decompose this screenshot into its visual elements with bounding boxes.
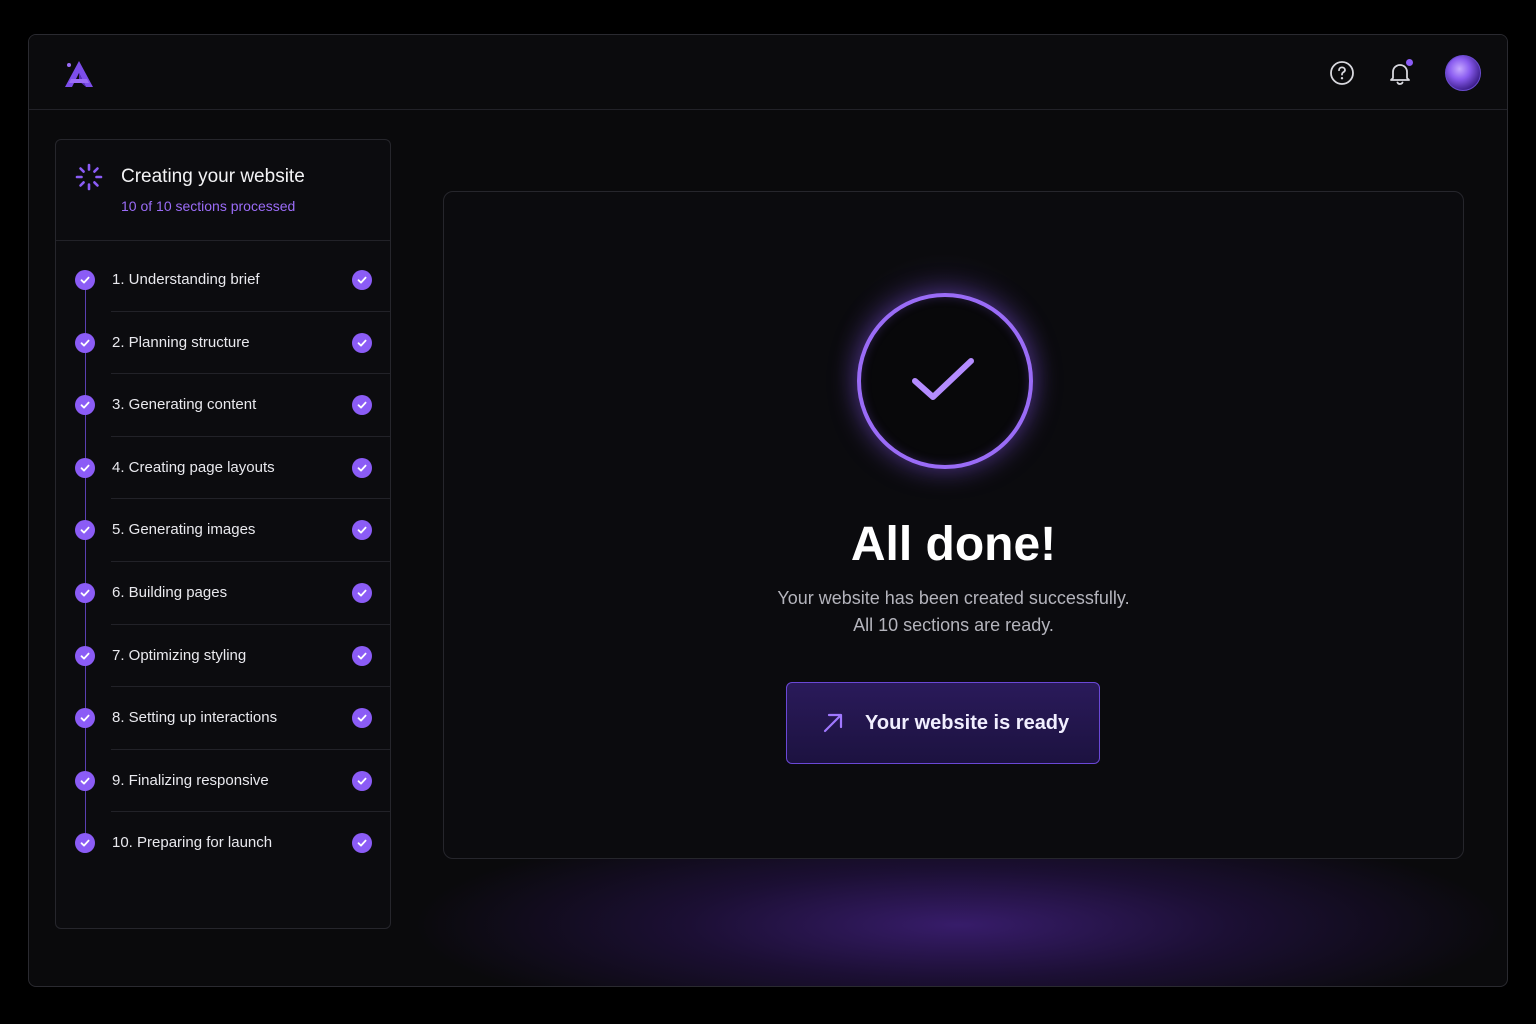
notification-dot (1406, 59, 1413, 66)
completion-card: All done! Your website has been created … (443, 191, 1464, 859)
success-check-icon (857, 293, 1033, 469)
bell-icon[interactable] (1386, 59, 1414, 87)
step-item[interactable]: 5. Generating images (56, 499, 390, 562)
a-logo-icon[interactable] (63, 57, 99, 91)
step-label: 4. Creating page layouts (112, 458, 275, 476)
timeline-check-icon (75, 770, 95, 791)
website-ready-button-label: Your website is ready (865, 712, 1070, 734)
top-bar (29, 35, 1507, 110)
step-complete-check-icon (352, 582, 372, 603)
step-label: 1. Understanding brief (112, 271, 260, 288)
step-complete-check-icon (352, 520, 372, 541)
step-item[interactable]: 10. Preparing for launch (56, 812, 390, 875)
avatar[interactable] (1445, 55, 1481, 91)
step-label: 10. Preparing for launch (112, 834, 273, 852)
step-complete-check-icon (352, 332, 372, 353)
timeline-check-icon (75, 520, 95, 541)
step-item[interactable]: 2. Planning structure (56, 312, 390, 375)
timeline-check-icon (75, 332, 95, 353)
sidebar-title: Creating your website (121, 166, 305, 187)
step-complete-check-icon (352, 833, 372, 854)
step-complete-check-icon (352, 270, 372, 290)
sidebar-header: Creating your website 10 of 10 sections … (56, 140, 390, 241)
timeline-check-icon (75, 270, 95, 290)
step-label: 7. Optimizing styling (112, 646, 247, 664)
step-complete-check-icon (352, 770, 372, 791)
completion-sections-message: All 10 sections are ready. (853, 615, 1054, 635)
timeline-check-icon (75, 457, 95, 478)
timeline-check-icon (75, 833, 95, 854)
step-label: 9. Finalizing responsive (112, 771, 269, 789)
step-item[interactable]: 8. Setting up interactions (56, 687, 390, 750)
timeline-check-icon (75, 395, 95, 416)
step-item[interactable]: 9. Finalizing responsive (56, 750, 390, 813)
step-item[interactable]: 4. Creating page layouts (56, 437, 390, 500)
step-complete-check-icon (352, 645, 372, 666)
step-item[interactable]: 3. Generating content (56, 374, 390, 437)
step-complete-check-icon (352, 708, 372, 729)
step-complete-check-icon (352, 395, 372, 416)
progress-sidebar: Creating your website 10 of 10 sections … (55, 139, 391, 929)
help-circle-icon[interactable] (1328, 59, 1356, 87)
step-complete-check-icon (352, 457, 372, 478)
timeline-check-icon (75, 582, 95, 603)
completion-message: Your website has been created successful… (777, 588, 1130, 608)
loading-spinner-icon (74, 162, 104, 192)
timeline-check-icon (75, 645, 95, 666)
timeline-check-icon (75, 708, 95, 729)
step-label: 2. Planning structure (112, 333, 250, 351)
step-item[interactable]: 7. Optimizing styling (56, 625, 390, 688)
sidebar-progress-text: 10 of 10 sections processed (121, 198, 296, 214)
step-label: 8. Setting up interactions (112, 709, 278, 727)
completion-title: All done! (850, 518, 1057, 571)
step-item[interactable]: 1. Understanding brief (56, 249, 390, 312)
app-window: Creating your website 10 of 10 sections … (28, 34, 1508, 987)
step-item[interactable]: 6. Building pages (56, 562, 390, 625)
step-list: 1. Understanding brief 2. Planning struct… (56, 249, 390, 875)
step-label: 5. Generating images (112, 521, 256, 539)
timeline-line (84, 280, 86, 845)
arrow-up-right-icon (821, 711, 845, 735)
step-label: 6. Building pages (112, 583, 228, 601)
step-label: 3. Generating content (112, 396, 257, 414)
website-ready-button[interactable]: Your website is ready (786, 682, 1100, 764)
